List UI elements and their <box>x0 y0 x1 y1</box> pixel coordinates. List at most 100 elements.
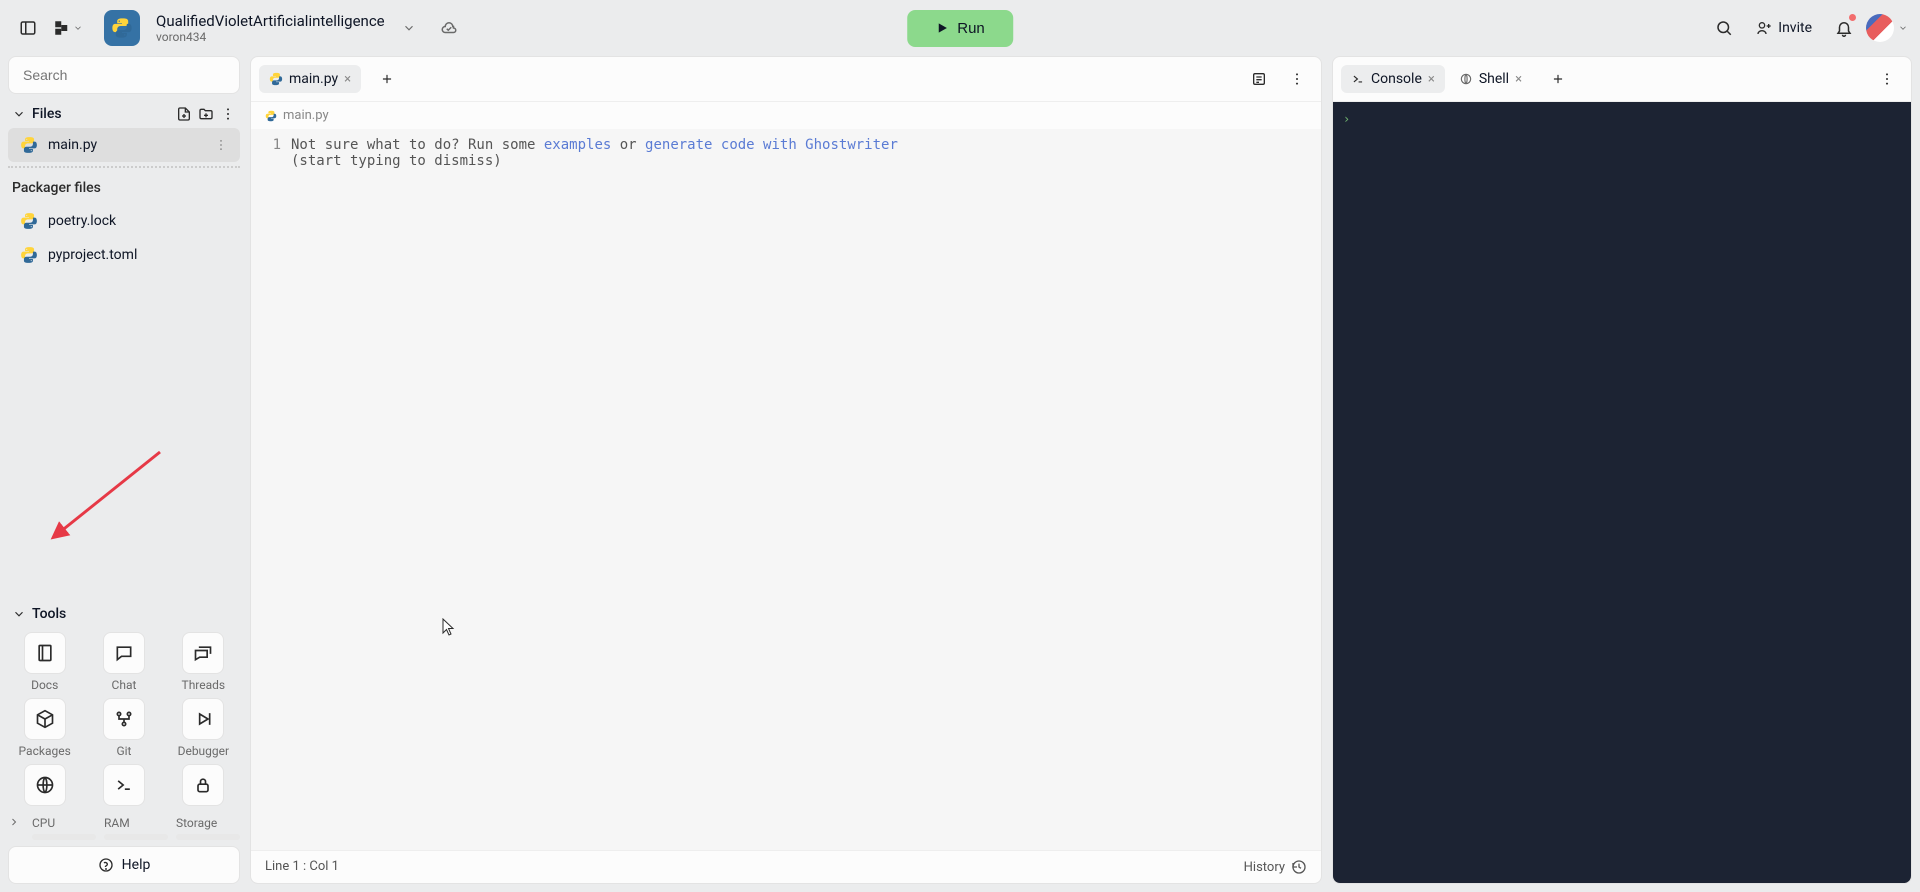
tool-debugger[interactable]: Debugger <box>167 698 240 758</box>
help-icon <box>98 857 114 873</box>
tab-label: main.py <box>289 71 338 87</box>
tools-header[interactable]: Tools <box>8 600 240 628</box>
nav-menu-button[interactable] <box>52 12 84 44</box>
app-icon <box>104 10 140 46</box>
editor-tabs: main.py × <box>251 57 1321 102</box>
console-body[interactable]: › <box>1333 102 1911 883</box>
invite-label: Invite <box>1778 20 1812 36</box>
notification-dot-icon <box>1849 14 1856 21</box>
resource-ram: RAM <box>104 816 168 840</box>
ghostwriter-link[interactable]: generate code with Ghostwriter <box>645 137 898 153</box>
history-button[interactable]: History <box>1244 859 1307 875</box>
editor-layout-button[interactable] <box>1243 63 1275 95</box>
sidebar: Files main.py Packager files poetry.lock <box>8 56 240 884</box>
tab-main-py[interactable]: main.py × <box>259 65 361 93</box>
resource-expand-button[interactable] <box>8 816 24 828</box>
tab-close-button[interactable]: × <box>1428 72 1435 87</box>
tool-threads[interactable]: Threads <box>167 632 240 692</box>
tab-shell[interactable]: Shell × <box>1449 65 1532 93</box>
history-label: History <box>1244 860 1285 875</box>
help-button[interactable]: Help <box>8 846 240 884</box>
avatar-menu-button[interactable] <box>1866 12 1908 44</box>
docs-icon <box>35 643 55 663</box>
notifications-button[interactable] <box>1828 12 1860 44</box>
bell-icon <box>1835 19 1853 37</box>
help-label: Help <box>122 857 151 873</box>
tool-label: Git <box>116 744 131 758</box>
terminal-icon <box>114 775 134 795</box>
package-icon <box>35 709 55 729</box>
title-dropdown-button[interactable] <box>393 12 425 44</box>
user-plus-icon <box>1756 20 1772 36</box>
examples-link[interactable]: examples <box>544 137 611 153</box>
topbar-left: QualifiedVioletArtificialintelligence vo… <box>12 10 465 46</box>
tool-label: Docs <box>31 678 58 692</box>
more-vertical-icon <box>214 138 228 152</box>
code-content[interactable]: Not sure what to do? Run some examples o… <box>291 129 1321 850</box>
cloud-sync-button[interactable] <box>433 12 465 44</box>
plus-icon <box>1551 72 1565 86</box>
new-file-icon[interactable] <box>176 106 192 122</box>
tool-label: Threads <box>182 678 226 692</box>
search-input[interactable] <box>8 56 240 94</box>
files-actions <box>176 106 236 122</box>
prompt: › <box>1343 112 1350 126</box>
chat-icon <box>114 643 134 663</box>
chevron-down-icon <box>1898 23 1908 33</box>
tools-grid: Docs Chat Threads Packages Git <box>8 628 240 810</box>
tool-packages[interactable]: Packages <box>8 698 81 758</box>
chevron-down-icon <box>402 21 416 35</box>
new-tab-button[interactable] <box>1542 63 1574 95</box>
tool-label: Debugger <box>178 744 230 758</box>
file-more-button[interactable] <box>214 138 228 152</box>
tool-docs[interactable]: Docs <box>8 632 81 692</box>
threads-icon <box>193 643 213 663</box>
shell-icon <box>1459 72 1473 86</box>
tab-console[interactable]: Console × <box>1341 65 1445 93</box>
tool-shell[interactable] <box>8 764 81 806</box>
python-icon <box>269 72 283 86</box>
files-panel: Files main.py Packager files poetry.lock <box>8 100 240 272</box>
tab-close-button[interactable]: × <box>1515 72 1522 87</box>
resource-label: Storage <box>176 816 240 830</box>
sidebar-toggle-button[interactable] <box>12 12 44 44</box>
tool-terminal[interactable] <box>87 764 160 806</box>
tool-secrets[interactable] <box>167 764 240 806</box>
replit-logo-icon <box>53 19 71 37</box>
breadcrumb-text: main.py <box>283 108 329 123</box>
new-tab-button[interactable] <box>371 63 403 95</box>
tab-label: Console <box>1371 71 1422 87</box>
tool-chat[interactable]: Chat <box>87 632 160 692</box>
invite-button[interactable]: Invite <box>1746 14 1822 42</box>
debugger-icon <box>193 709 213 729</box>
run-button[interactable]: Run <box>907 10 1013 47</box>
more-vertical-icon[interactable] <box>220 106 236 122</box>
python-icon <box>20 212 38 230</box>
topbar-center: Run <box>907 10 1013 47</box>
tool-git[interactable]: Git <box>87 698 160 758</box>
file-name: poetry.lock <box>48 213 116 229</box>
file-item-poetry-lock[interactable]: poetry.lock <box>8 204 240 238</box>
files-label: Files <box>32 106 170 122</box>
editor-pane: main.py × main.py 1 <box>250 56 1322 884</box>
resource-meter <box>104 834 168 840</box>
title-block[interactable]: QualifiedVioletArtificialintelligence vo… <box>156 12 385 44</box>
editor-body[interactable]: 1 Not sure what to do? Run some examples… <box>251 129 1321 850</box>
file-item-pyproject-toml[interactable]: pyproject.toml <box>8 238 240 272</box>
search-button[interactable] <box>1708 12 1740 44</box>
topbar-right: Invite <box>1708 12 1908 44</box>
tab-close-button[interactable]: × <box>344 72 351 87</box>
files-header[interactable]: Files <box>8 100 240 128</box>
chevron-down-icon <box>12 607 26 621</box>
resource-label: RAM <box>104 816 168 830</box>
editor-more-button[interactable] <box>1281 63 1313 95</box>
file-item-main-py[interactable]: main.py <box>8 128 240 162</box>
sidebar-toggle-icon <box>19 19 37 37</box>
right-more-button[interactable] <box>1871 63 1903 95</box>
python-icon <box>265 110 277 122</box>
tool-label: Chat <box>112 678 137 692</box>
tool-label: Packages <box>19 744 71 758</box>
chevron-down-icon <box>12 107 26 121</box>
editor-tab-actions <box>1243 63 1313 95</box>
new-folder-icon[interactable] <box>198 106 214 122</box>
